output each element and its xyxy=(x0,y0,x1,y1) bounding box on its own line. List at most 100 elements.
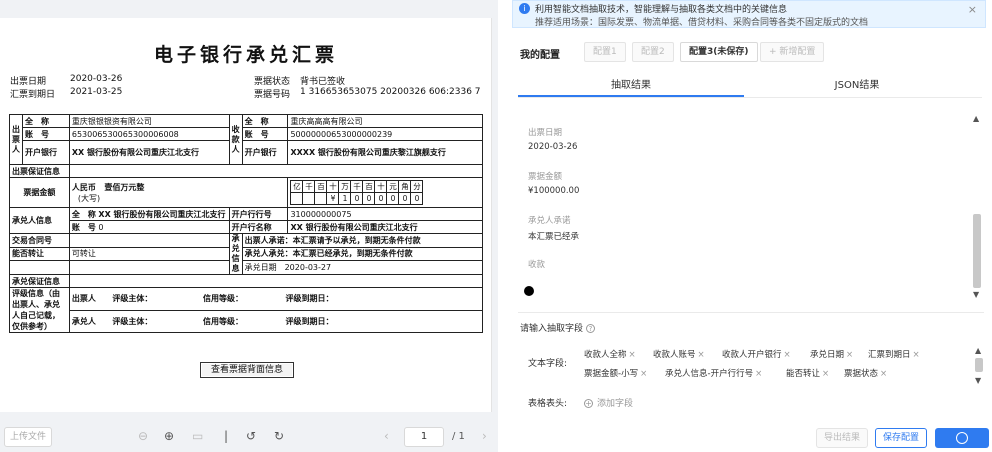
due-date-label: 汇票到期日 xyxy=(10,90,56,100)
config-tab-2[interactable]: 配置2 xyxy=(632,42,674,62)
config-tab-3[interactable]: 配置3(未保存) xyxy=(680,42,758,62)
document-viewer: 电子银行承兑汇票 出票日期 2020-03-26 汇票到期日 2021-03-2… xyxy=(0,0,498,452)
drawer-promise: 出票人承诺：本汇票请予以承兑，到期无条件付款 xyxy=(241,233,484,248)
config-tab-1[interactable]: 配置1 xyxy=(584,42,626,62)
digit-value xyxy=(290,192,304,205)
scroll-down-icon[interactable]: ▼ xyxy=(973,290,979,299)
field-chip[interactable]: 能否转让 × xyxy=(786,367,829,379)
amount-digits-cell: 亿千百十万千百十元角分 ¥1 0 0 0 0 0 0 xyxy=(287,177,483,208)
chip-label: 能否转让 xyxy=(786,369,821,379)
payee-bank-label: 开户银行 xyxy=(241,140,289,165)
chip-label: 收款人开户银行 xyxy=(722,350,782,360)
next-page-icon[interactable]: › xyxy=(482,428,487,444)
scroll-up-icon[interactable]: ▲ xyxy=(975,346,981,355)
rating-drawer-row: 出票人 评级主体： 信用等级： 评级到期日： xyxy=(68,287,484,311)
remove-icon[interactable]: × xyxy=(640,369,647,379)
drawer-account: 653006530065300006008 xyxy=(68,127,230,141)
export-button[interactable]: 导出结果 xyxy=(816,428,868,448)
tab-json-result[interactable]: JSON结果 xyxy=(744,76,970,98)
status-value: 背书已签收 xyxy=(300,77,346,87)
fields-scrollbar[interactable]: ▲ ▼ xyxy=(974,346,984,386)
rotate-right-icon[interactable]: ↻ xyxy=(274,428,284,444)
scroll-thumb[interactable] xyxy=(975,358,983,372)
field-chip[interactable]: 汇票到期日 × xyxy=(868,348,920,360)
help-icon[interactable]: ? xyxy=(586,324,596,333)
results-divider xyxy=(518,312,984,313)
close-icon[interactable]: × xyxy=(968,3,977,16)
result-value: ¥100000.00 xyxy=(528,186,580,196)
page-number-input[interactable]: 1 xyxy=(404,427,444,447)
remove-icon[interactable]: × xyxy=(880,369,887,379)
bill-title: 电子银行承兑汇票 xyxy=(153,44,338,66)
info-icon: i xyxy=(519,3,530,14)
app-root: 电子银行承兑汇票 出票日期 2020-03-26 汇票到期日 2021-03-2… xyxy=(0,0,992,452)
chip-label: 票据状态 xyxy=(844,369,879,379)
remove-icon[interactable]: × xyxy=(846,350,853,360)
save-config-button[interactable]: 保存配置 xyxy=(875,428,927,448)
acceptor-account-cell: 账 号 0 xyxy=(68,220,230,234)
guarantee-label: 出票保证信息 xyxy=(9,164,70,178)
rating-drawer: 出票人 xyxy=(71,294,96,304)
remove-icon[interactable]: × xyxy=(784,350,791,360)
chip-label: 收款人账号 xyxy=(653,350,696,360)
acceptor-name: XX 银行股份有限公司重庆江北支行 xyxy=(98,209,226,219)
plus-icon: + xyxy=(584,399,593,408)
bill-table: 出票人 全 称 重庆银银银资有限公司 收款人 全 称 重庆高高高有限公司 账 号… xyxy=(9,114,484,333)
bill-no: 1 316653653075 20200326 606:2336 7 xyxy=(300,87,481,97)
info-banner: i 利用智能文档抽取技术，智能理解与抽取各类文档中的关键信息 推荐适用场景：国际… xyxy=(512,0,986,28)
prev-page-icon[interactable]: ‹ xyxy=(384,428,389,444)
chip-label: 承兑人信息-开户行行号 xyxy=(665,369,754,379)
tip-line-2: 推荐适用场景：国际发票、物流单据、借贷材料、采购合同等各类不固定版式的文档 xyxy=(535,18,869,28)
digit-value xyxy=(302,192,316,205)
field-chip[interactable]: 承兑人信息-开户行行号 × xyxy=(665,367,762,379)
rating-due-2: 评级到期日： xyxy=(285,316,334,326)
field-chip[interactable]: 收款人账号 × xyxy=(653,348,705,360)
zoom-out-icon[interactable]: ⊖ xyxy=(138,428,148,444)
rating-subject: 评级主体： xyxy=(112,294,153,304)
amount-digits: 亿千百十万千百十元角分 ¥1 0 0 0 0 0 0 xyxy=(290,180,424,205)
rating-label: 评级信息（由出票人、承兑人自己记载，仅供参考） xyxy=(9,287,70,333)
bank-no: 310000000075 xyxy=(287,207,483,221)
text-cursor-icon[interactable]: | xyxy=(224,428,228,444)
scroll-up-icon[interactable]: ▲ xyxy=(973,114,979,123)
drawer-bank: XX 银行股份有限公司重庆江北支行 xyxy=(68,140,230,165)
field-chip[interactable]: 票据金额-小写 × xyxy=(584,367,647,379)
add-config-button[interactable]: + 新增配置 xyxy=(760,42,825,62)
field-chip[interactable]: 票据状态 × xyxy=(844,367,887,379)
status-label: 票据状态 xyxy=(254,77,291,87)
view-back-button[interactable]: 查看票据背面信息 xyxy=(200,362,294,378)
digit-header: 角 xyxy=(398,180,412,193)
field-chip[interactable]: 收款人开户银行 × xyxy=(722,348,791,360)
scroll-thumb[interactable] xyxy=(973,214,981,288)
digit-header: 元 xyxy=(386,180,400,193)
chip-label: 收款人全称 xyxy=(584,350,627,360)
remove-icon[interactable]: × xyxy=(629,350,636,360)
digit-header: 千 xyxy=(350,180,364,193)
remove-icon[interactable]: × xyxy=(913,350,920,360)
accept-date: 承兑日期 2020-03-27 xyxy=(241,260,484,275)
run-button[interactable] xyxy=(935,428,989,448)
bank-name: XX 银行股份有限公司重庆江北支行 xyxy=(287,220,483,234)
zoom-in-icon[interactable]: ⊕ xyxy=(164,428,174,444)
viewer-toolbar: 上传文件 ⊖ ⊕ ▭ | ↺ ↻ ‹ 1 / 1 › xyxy=(0,422,498,452)
rotate-left-icon[interactable]: ↺ xyxy=(246,428,256,444)
upload-button[interactable]: 上传文件 xyxy=(4,427,52,447)
results-list: 出票日期 2020-03-26 票据金额 ¥100000.00 承兑人承诺 本汇… xyxy=(518,104,984,309)
scroll-down-icon[interactable]: ▼ xyxy=(975,376,981,385)
results-scrollbar[interactable]: ▲ ▼ xyxy=(972,114,982,300)
field-chip[interactable]: 收款人全称 × xyxy=(584,348,636,360)
rating-level: 信用等级： xyxy=(202,294,243,304)
chip-label: 汇票到期日 xyxy=(868,350,911,360)
digit-value: 0 xyxy=(350,192,364,205)
add-field-button[interactable]: + 添加字段 xyxy=(584,396,633,409)
table-header-label: 表格表头: xyxy=(528,399,568,409)
amount-words-cell: 人民币 壹佰万元整 (大写) xyxy=(68,177,289,208)
remove-icon[interactable]: × xyxy=(822,369,829,379)
fit-page-icon[interactable]: ▭ xyxy=(192,428,203,444)
remove-icon[interactable]: × xyxy=(698,350,705,360)
field-chip[interactable]: 承兑日期 × xyxy=(810,348,853,360)
digit-header: 百 xyxy=(362,180,376,193)
remove-icon[interactable]: × xyxy=(755,369,762,379)
digit-value: 0 xyxy=(398,192,412,205)
document-page: 电子银行承兑汇票 出票日期 2020-03-26 汇票到期日 2021-03-2… xyxy=(0,18,492,412)
